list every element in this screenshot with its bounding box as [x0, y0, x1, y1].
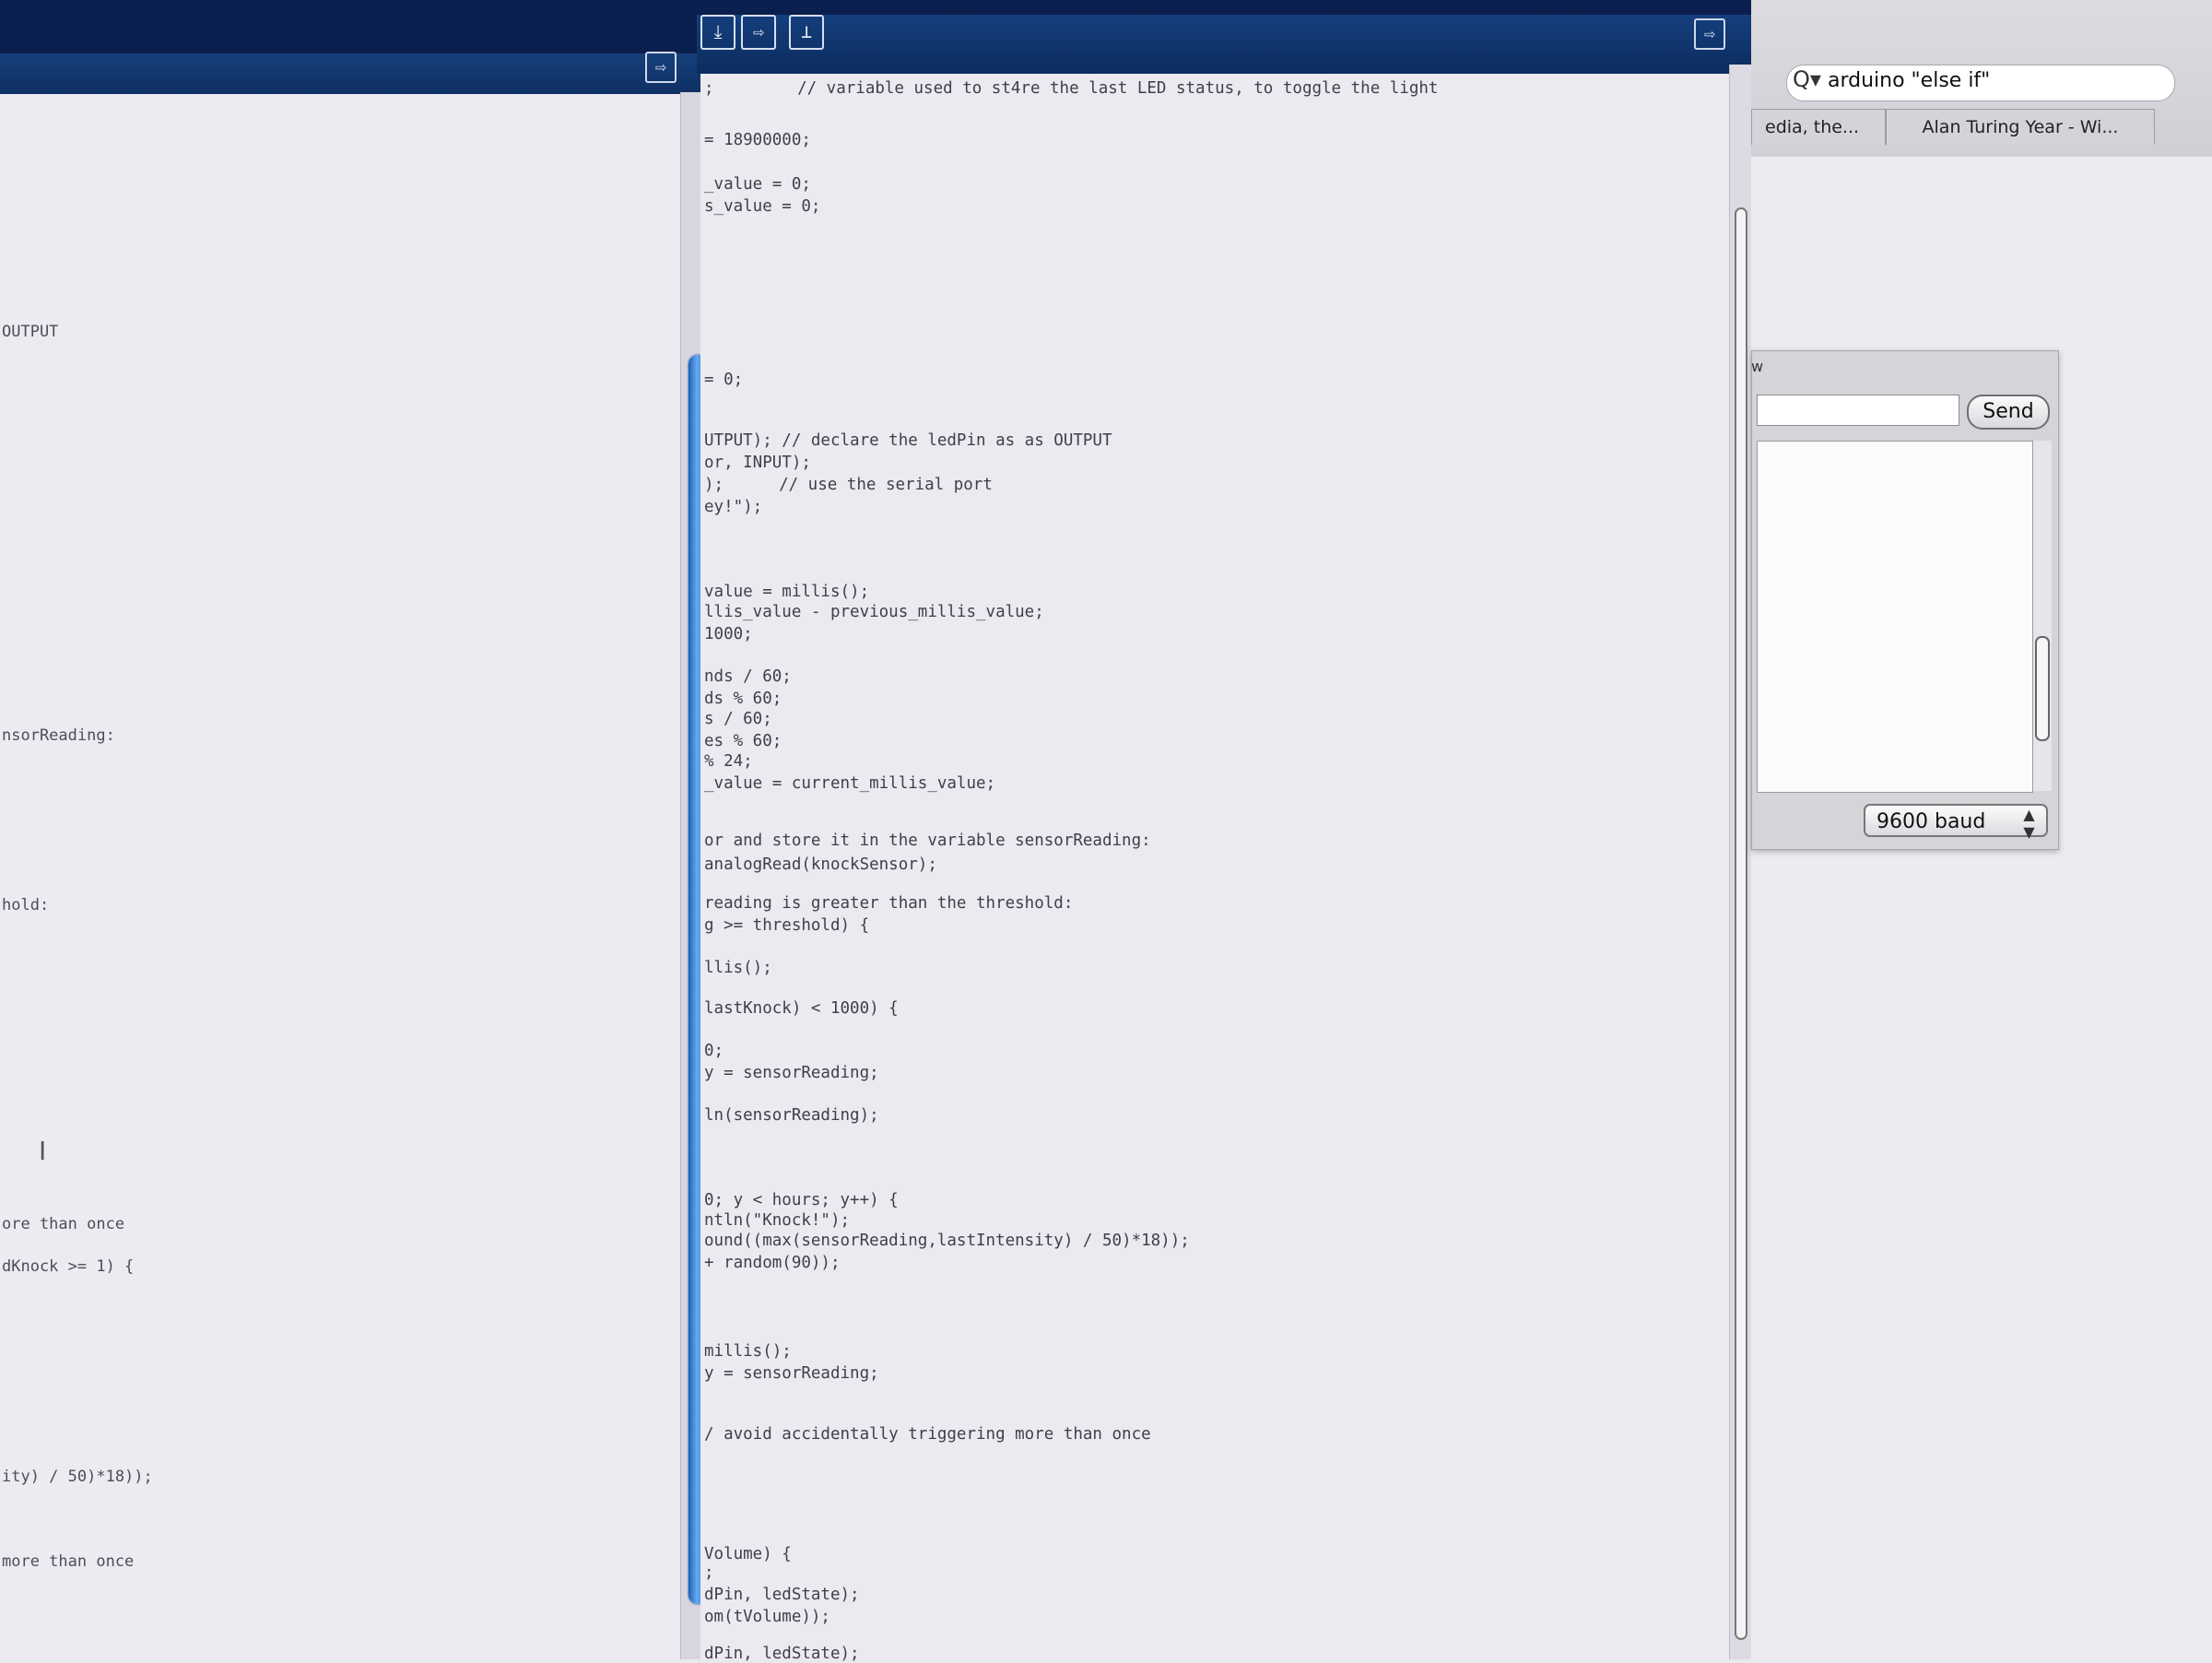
serial-input-field[interactable]: [1757, 395, 1959, 426]
serial-scrollbar-thumb[interactable]: [2035, 636, 2050, 741]
code-line: _value = 0;: [704, 175, 811, 194]
code-line: );// use the serial port: [704, 476, 993, 494]
code-line: ity) / 50)*18));: [2, 1468, 153, 1486]
select-arrows-icon: ▲▼: [2020, 806, 2038, 841]
code-line: dPin, ledState);: [704, 1645, 860, 1663]
code-line: millis();: [704, 1342, 792, 1361]
code-line: OUTPUT: [2, 323, 59, 341]
code-line: ntln("Knock!");: [704, 1211, 851, 1230]
code-line: _value = current_millis_value;: [704, 774, 996, 793]
code-line: s / 60;: [704, 710, 772, 728]
center-toolbar: ⤓ ⇨ ⊥: [697, 15, 1751, 74]
left-toolbar: [0, 53, 700, 94]
serial-monitor-title: w: [1751, 358, 1764, 375]
code-line: ound((max(sensorReading,lastIntensity) /…: [704, 1232, 1190, 1250]
code-line: nsorReading:: [2, 726, 115, 745]
code-line: s_value = 0;: [704, 197, 821, 216]
code-line: 0; y < hours; y++) {: [704, 1191, 899, 1209]
code-line: / avoid accidentally triggering more tha…: [704, 1425, 1151, 1444]
code-line: llis();: [704, 959, 772, 977]
search-query-text[interactable]: arduino "else if": [1828, 69, 1990, 92]
code-line: ore than once: [2, 1215, 125, 1233]
code-line: more than once: [2, 1552, 135, 1571]
code-line: + random(90));: [704, 1254, 841, 1272]
code-line: 0;: [704, 1042, 724, 1060]
code-line: analogRead(knockSensor);: [704, 855, 937, 874]
browser-tab-alan-turing[interactable]: Alan Turing Year - Wi...: [1886, 109, 2155, 145]
export-icon[interactable]: ⇨: [741, 15, 776, 50]
code-line: y = sensorReading;: [704, 1364, 879, 1383]
code-line: ; // variable used to st4re the last LED…: [704, 79, 1439, 98]
center-window-titlebar: [697, 0, 1751, 15]
serial-output-area: [1757, 441, 2033, 793]
send-button[interactable]: Send: [1967, 395, 2050, 430]
upload-icon[interactable]: ⊥: [789, 15, 824, 50]
code-line: ln(sensorReading);: [704, 1106, 879, 1125]
code-line: UTPUT); // declare the ledPin as as OUTP…: [704, 431, 1112, 450]
center-code-editor[interactable]: ; // variable used to st4re the last LED…: [700, 74, 1729, 1663]
serial-monitor-icon[interactable]: ⇨: [1694, 18, 1725, 50]
code-line: ds % 60;: [704, 690, 782, 708]
code-line: lastKnock) < 1000) {: [704, 999, 899, 1018]
code-line: % 24;: [704, 752, 753, 771]
code-line: hold:: [2, 896, 50, 914]
left-code-editor[interactable]: OUTPUT nsorReading: hold: ore than once …: [0, 94, 682, 1659]
code-line: reading is greater than the threshold:: [704, 894, 1074, 913]
code-line: es % 60;: [704, 732, 782, 750]
center-scrollbar-thumb[interactable]: [1735, 207, 1747, 1640]
search-icon[interactable]: Q▾: [1793, 66, 1821, 92]
left-window-titlebar: [0, 0, 700, 53]
code-line: ;: [704, 1563, 714, 1582]
code-line: dPin, ledState);: [704, 1586, 860, 1604]
code-line: ey!");: [704, 498, 763, 516]
text-cursor-icon: I: [39, 1136, 47, 1166]
code-line: 1000;: [704, 625, 753, 643]
code-line: nds / 60;: [704, 667, 792, 686]
code-line: value = millis();: [704, 583, 870, 601]
code-line: llis_value - previous_millis_value;: [704, 603, 1044, 621]
code-line: or, INPUT);: [704, 454, 811, 472]
code-line: Volume) {: [704, 1545, 792, 1563]
code-line: or and store it in the variable sensorRe…: [704, 832, 1151, 850]
code-line: = 18900000;: [704, 131, 811, 149]
code-line: = 0;: [704, 371, 744, 389]
download-icon[interactable]: ⤓: [700, 15, 735, 50]
code-line: y = sensorReading;: [704, 1064, 879, 1082]
browser-tab[interactable]: edia, the...: [1751, 109, 1886, 145]
code-line: g >= threshold) {: [704, 916, 870, 935]
code-line: om(tVolume));: [704, 1608, 830, 1626]
code-line: dKnock >= 1) {: [2, 1257, 135, 1276]
left-export-icon[interactable]: ⇨: [645, 52, 677, 83]
